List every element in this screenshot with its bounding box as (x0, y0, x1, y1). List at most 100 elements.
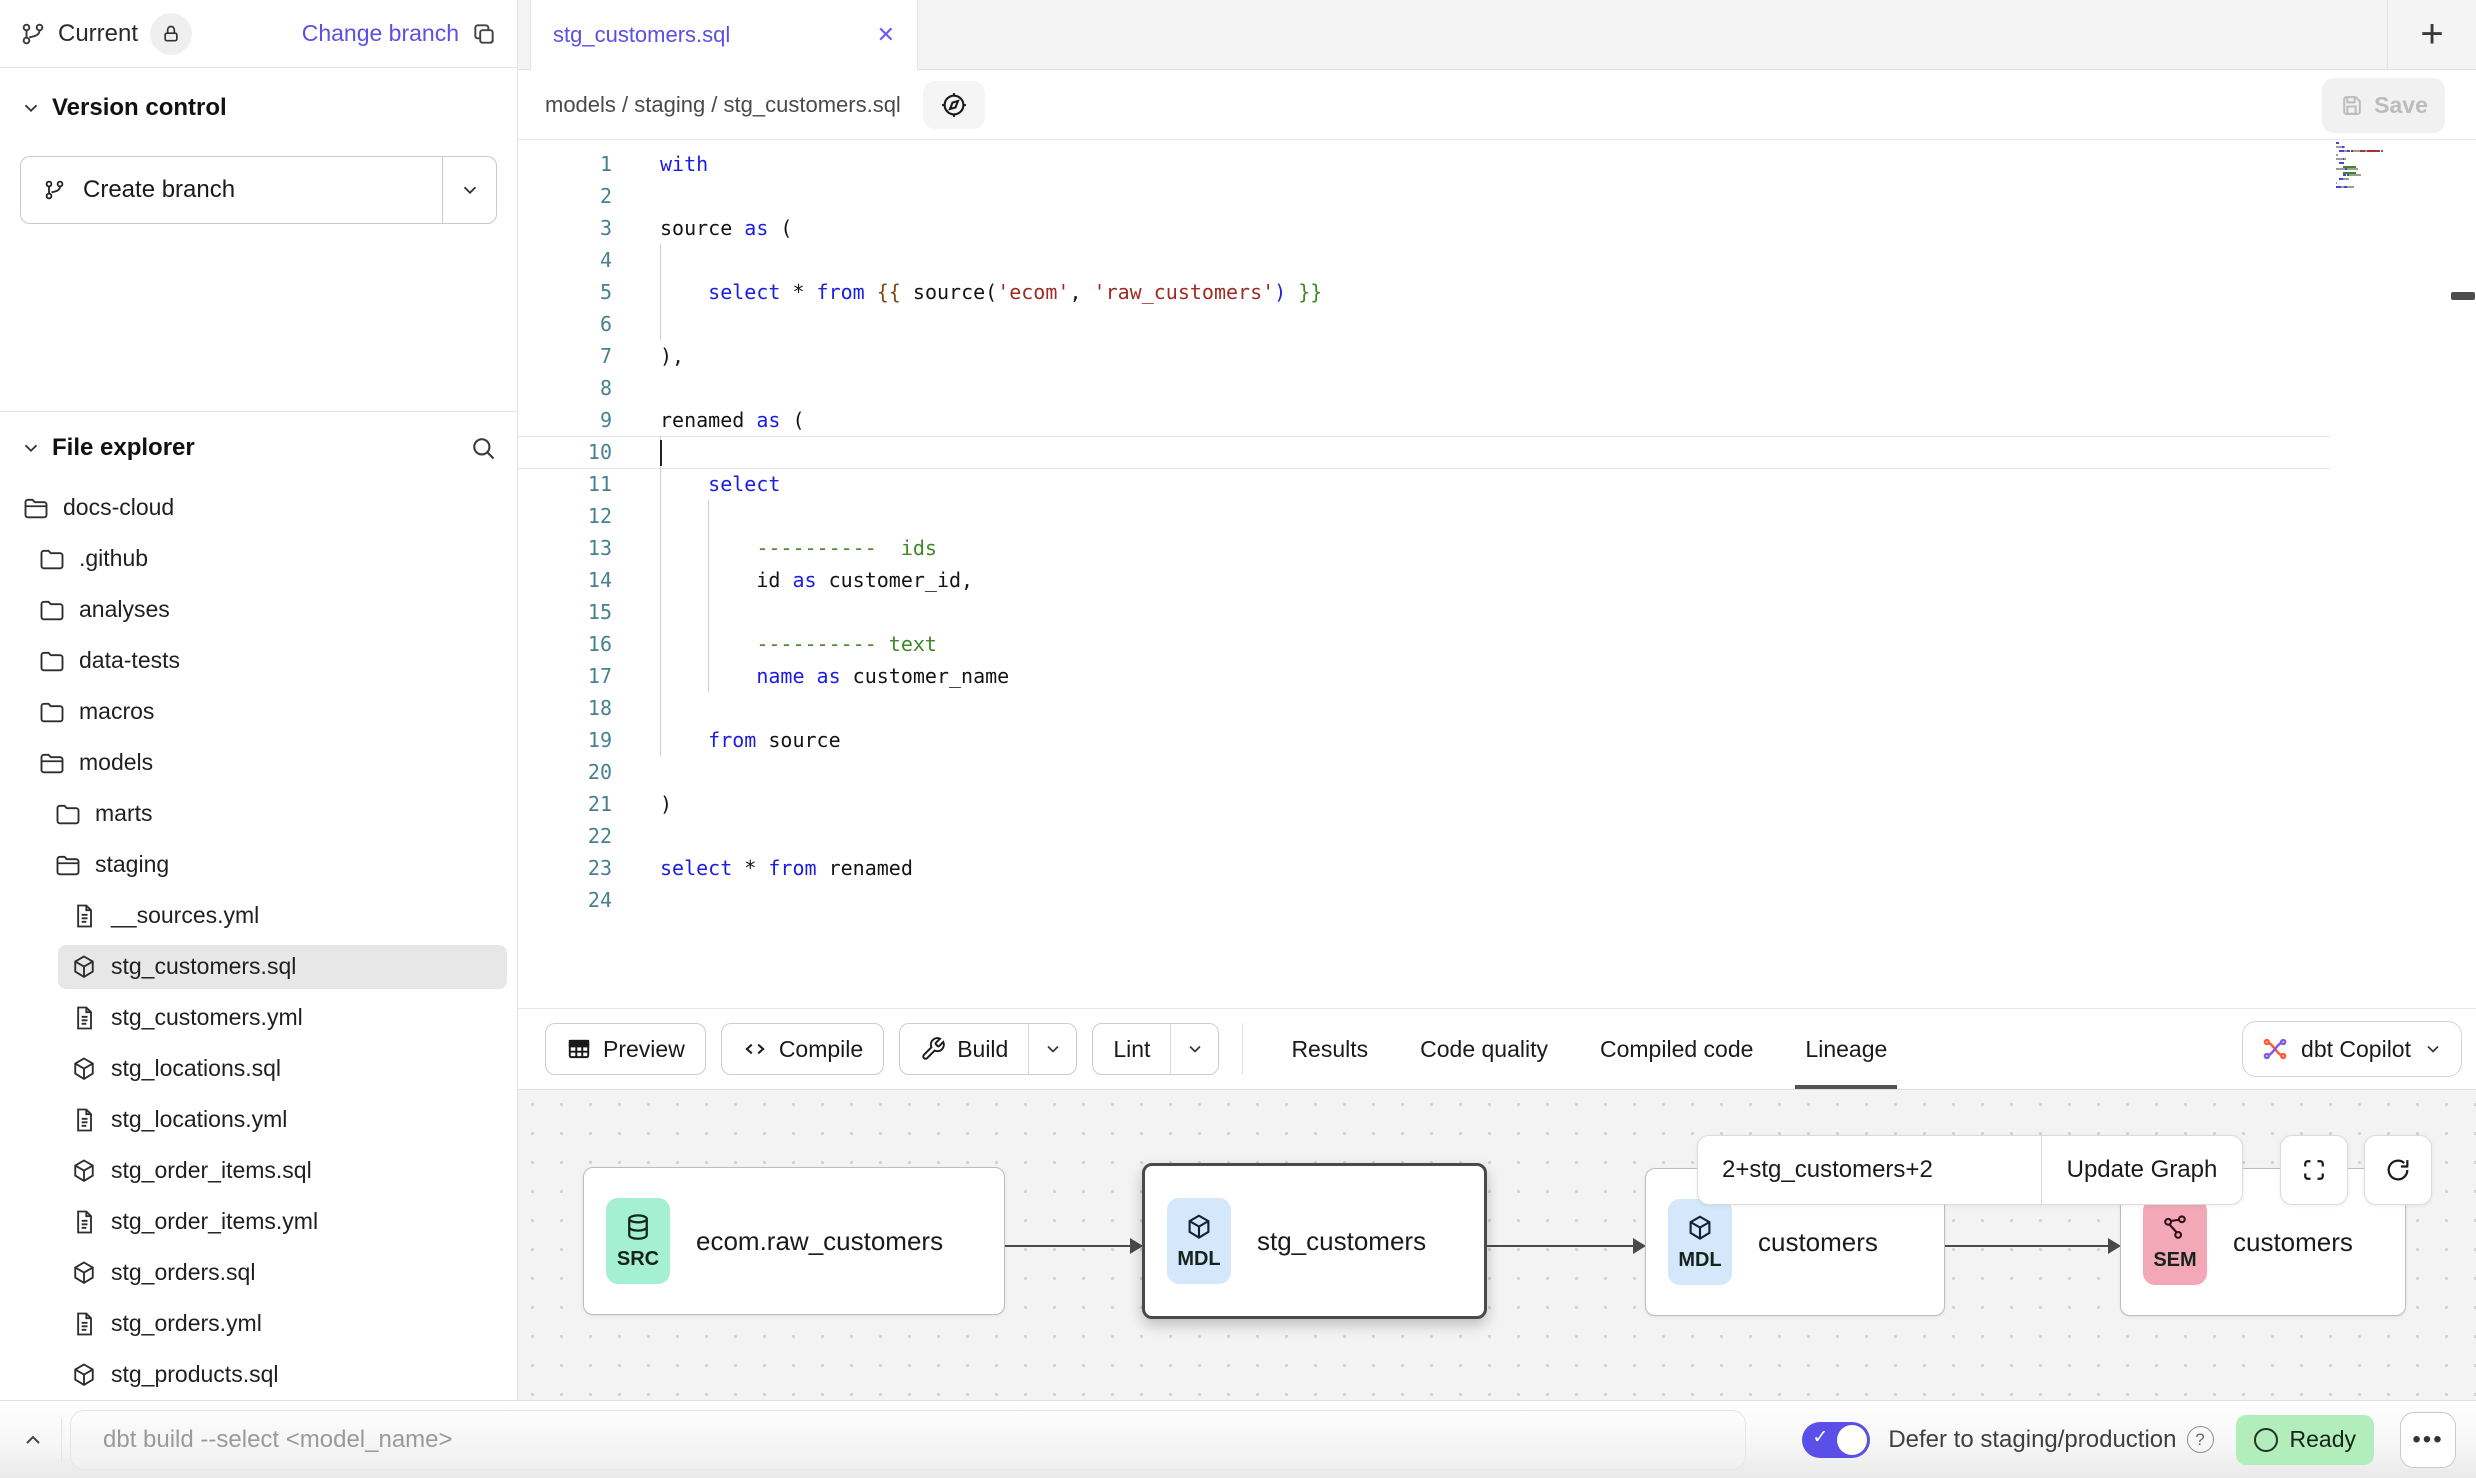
tree-item-stg_products.sql[interactable]: stg_products.sql (0, 1349, 517, 1400)
lineage-node-stg-customers[interactable]: MDL stg_customers (1142, 1163, 1487, 1319)
code-line[interactable]: 6 (518, 308, 2476, 340)
file-icon (70, 902, 98, 930)
tab-compiled-code[interactable]: Compiled code (1586, 1009, 1767, 1089)
code-line[interactable]: 21) (518, 788, 2476, 820)
file-icon (70, 1004, 98, 1032)
build-button[interactable]: Build (899, 1023, 1077, 1075)
code-line[interactable]: 24 (518, 884, 2476, 916)
tree-item-stg_customers.sql[interactable]: stg_customers.sql (0, 941, 517, 992)
file-icon (70, 1208, 98, 1236)
scrollbar-thumb[interactable] (2451, 292, 2475, 300)
code-line[interactable]: 10 (518, 436, 2476, 468)
tree-item-models[interactable]: models (0, 737, 517, 788)
line-number: 4 (518, 244, 612, 276)
code-line[interactable]: 14 id as customer_id, (518, 564, 2476, 596)
compile-label: Compile (779, 1036, 863, 1063)
code-line[interactable]: 16 ---------- text (518, 628, 2476, 660)
code-line[interactable]: 3source as ( (518, 212, 2476, 244)
tree-item-data-tests[interactable]: data-tests (0, 635, 517, 686)
code-line[interactable]: 7), (518, 340, 2476, 372)
tree-item-staging[interactable]: staging (0, 839, 517, 890)
version-control-section: Version control Create branch (0, 68, 517, 412)
badge-label: SRC (617, 1248, 659, 1271)
create-branch-button[interactable]: Create branch (20, 156, 497, 224)
close-icon[interactable]: ✕ (877, 24, 895, 46)
code-line[interactable]: 15 (518, 596, 2476, 628)
search-icon[interactable] (469, 434, 497, 462)
code-line[interactable]: 17 name as customer_name (518, 660, 2476, 692)
change-branch-link[interactable]: Change branch (302, 20, 459, 47)
tree-item-docs-cloud[interactable]: docs-cloud (0, 482, 517, 533)
code-line[interactable]: 12 (518, 500, 2476, 532)
compass-button[interactable] (923, 81, 985, 129)
tree-item-marts[interactable]: marts (0, 788, 517, 839)
compile-button[interactable]: Compile (721, 1023, 884, 1075)
tab-code-quality[interactable]: Code quality (1406, 1009, 1562, 1089)
build-caret[interactable] (1028, 1024, 1076, 1074)
tree-item-stg_locations.yml[interactable]: stg_locations.yml (0, 1094, 517, 1145)
chevron-down-icon[interactable] (20, 97, 42, 119)
more-button[interactable]: ••• (2400, 1412, 2456, 1468)
line-number: 10 (518, 436, 612, 468)
lint-label: Lint (1113, 1036, 1150, 1063)
tree-item-stg_orders.sql[interactable]: stg_orders.sql (0, 1247, 517, 1298)
tree-item-__sources.yml[interactable]: __sources.yml (0, 890, 517, 941)
code-line[interactable]: 4 (518, 244, 2476, 276)
code-line[interactable]: 20 (518, 756, 2476, 788)
code-line[interactable]: 8 (518, 372, 2476, 404)
tree-item-stg_customers.yml[interactable]: stg_customers.yml (0, 992, 517, 1043)
tree-item-.github[interactable]: .github (0, 533, 517, 584)
copy-icon[interactable] (471, 21, 497, 47)
tab-stg-customers[interactable]: stg_customers.sql ✕ (530, 0, 918, 70)
code-line[interactable]: 5 select * from {{ source('ecom', 'raw_c… (518, 276, 2476, 308)
file-explorer-title: File explorer (52, 434, 195, 462)
check-icon: ✓ (1812, 1426, 1828, 1449)
code-line[interactable]: 23select * from renamed (518, 852, 2476, 884)
defer-toggle[interactable]: ✓ (1802, 1422, 1870, 1458)
code-line[interactable]: 19 from source (518, 724, 2476, 756)
tree-item-stg_orders.yml[interactable]: stg_orders.yml (0, 1298, 517, 1349)
folder-icon (38, 698, 66, 726)
tree-item-stg_order_items.yml[interactable]: stg_order_items.yml (0, 1196, 517, 1247)
code-line[interactable]: 1with (518, 148, 2476, 180)
code-line[interactable]: 22 (518, 820, 2476, 852)
folder-open-icon (54, 851, 82, 879)
command-input[interactable] (70, 1410, 1746, 1470)
tab-results[interactable]: Results (1277, 1009, 1382, 1089)
fullscreen-button[interactable] (2280, 1135, 2348, 1205)
lineage-canvas[interactable]: SRC ecom.raw_customers MDL stg_customers… (518, 1090, 2476, 1400)
node-label: stg_customers (1257, 1226, 1426, 1257)
preview-button[interactable]: Preview (545, 1023, 706, 1075)
lineage-selector-input[interactable] (1698, 1136, 2041, 1204)
code-line[interactable]: 18 (518, 692, 2476, 724)
code-editor[interactable]: 1with23source as (45 select * from {{ so… (518, 140, 2476, 1008)
code-line[interactable]: 13 ---------- ids (518, 532, 2476, 564)
lint-caret[interactable] (1170, 1024, 1218, 1074)
code-text (612, 436, 660, 468)
save-button[interactable]: Save (2322, 78, 2445, 133)
tree-item-analyses[interactable]: analyses (0, 584, 517, 635)
code-line[interactable]: 2 (518, 180, 2476, 212)
code-text (612, 180, 660, 212)
tree-item-stg_locations.sql[interactable]: stg_locations.sql (0, 1043, 517, 1094)
code-lines[interactable]: 1with23source as (45 select * from {{ so… (518, 148, 2476, 916)
lineage-node-source[interactable]: SRC ecom.raw_customers (583, 1167, 1005, 1315)
folder-icon (38, 596, 66, 624)
lint-button[interactable]: Lint (1092, 1023, 1219, 1075)
code-line[interactable]: 11 select (518, 468, 2476, 500)
tree-item-macros[interactable]: macros (0, 686, 517, 737)
tree-item-label: data-tests (79, 647, 180, 674)
refresh-button[interactable] (2364, 1135, 2432, 1205)
code-icon (742, 1036, 768, 1062)
chevron-down-icon[interactable] (20, 437, 42, 459)
create-branch-caret[interactable] (442, 157, 496, 223)
collapse-panel-button[interactable] (18, 1418, 62, 1462)
tree-item-stg_order_items.sql[interactable]: stg_order_items.sql (0, 1145, 517, 1196)
tab-lineage[interactable]: Lineage (1791, 1009, 1901, 1089)
update-graph-button[interactable]: Update Graph (2041, 1136, 2242, 1204)
dbt-copilot-button[interactable]: dbt Copilot (2242, 1021, 2462, 1077)
help-icon[interactable]: ? (2187, 1426, 2214, 1453)
code-line[interactable]: 9renamed as ( (518, 404, 2476, 436)
minimap[interactable] (2336, 142, 2392, 190)
new-tab-button[interactable]: + (2387, 0, 2476, 70)
